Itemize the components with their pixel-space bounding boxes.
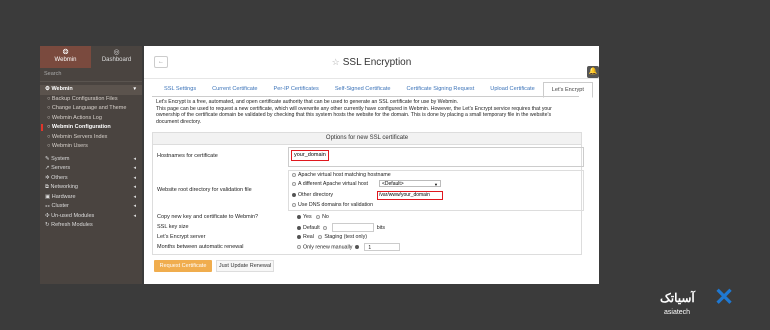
page-title: ☆ SSL Encryption	[331, 57, 412, 68]
circle-icon: ○	[47, 124, 51, 130]
chevron-left-icon: ◂	[133, 165, 136, 171]
circle-icon: ○	[47, 95, 51, 102]
copy-label: Copy new key and certificate to Webmin?	[157, 214, 259, 220]
chevron-down-icon: ▾	[133, 86, 136, 92]
keysize-radio-group: Default bits	[297, 223, 385, 232]
logo-subtext: asiatech	[664, 309, 691, 316]
options-panel: Options for new SSL certificate Hostname…	[152, 132, 584, 255]
radio-button[interactable]	[292, 172, 296, 177]
keysize-label: SSL key size	[157, 224, 189, 230]
sidebar: ❂ Webmin ◎ Dashboard Search ⚙ Webmin ▾ ○…	[40, 46, 142, 284]
tab-current-certificate[interactable]: Current Certificate	[204, 82, 265, 96]
sidebar-section-others[interactable]: ✲ Others ◂	[40, 174, 142, 184]
keysize-input[interactable]	[331, 223, 374, 232]
sidebar-item-actions-log[interactable]: ○ Webmin Actions Log	[40, 114, 142, 124]
copy-radio-group: Yes No	[297, 214, 329, 220]
virtual-host-select[interactable]: <Default> ▼	[379, 180, 441, 187]
sidebar-search-input[interactable]: Search	[40, 68, 142, 82]
webroot-option-other[interactable]: Other directory	[292, 192, 333, 198]
logo-x-icon: ✕	[714, 284, 735, 311]
circle-icon: ○	[47, 143, 51, 149]
radio-button[interactable]	[316, 214, 321, 219]
page-header: ← ☆ SSL Encryption	[144, 46, 599, 79]
hostnames-label: Hostnames for certificate	[157, 153, 218, 159]
sidebar-item-language[interactable]: ○ Change Language and Theme	[40, 104, 142, 114]
sidebar-item-users[interactable]: ○ Webmin Users	[40, 142, 142, 152]
webroot-label: Website root directory for validation fi…	[157, 187, 252, 193]
rocket-icon: ➚	[45, 165, 50, 171]
cog-icon: ⚙	[45, 86, 50, 92]
sidebar-tabs: ❂ Webmin ◎ Dashboard	[40, 46, 142, 68]
refresh-icon: ↻	[45, 222, 50, 228]
radio-button[interactable]	[322, 225, 327, 230]
server-label: Let's Encrypt server	[157, 234, 206, 240]
sidebar-section-system[interactable]: ✎ System ◂	[40, 155, 142, 165]
tab-ssl-settings[interactable]: SSL Settings	[156, 82, 204, 96]
circle-icon: ○	[47, 105, 51, 111]
tab-certificate-signing-request[interactable]: Certificate Signing Request	[398, 82, 482, 96]
star-icon[interactable]: ☆	[332, 57, 340, 67]
chevron-left-icon: ◂	[133, 155, 136, 162]
sidebar-item-servers-index[interactable]: ○ Webmin Servers Index	[40, 133, 142, 143]
chevron-left-icon: ◂	[133, 174, 136, 181]
sidebar-item-backup[interactable]: ○ Backup Configuration Files	[40, 95, 142, 105]
sidebar-item-webmin-configuration[interactable]: ○ Webmin Configuration	[40, 123, 142, 133]
radio-button[interactable]	[292, 202, 296, 207]
sidebar-item-refresh-modules[interactable]: ↻ Refresh Modules	[40, 221, 142, 231]
update-renewal-button[interactable]: Just Update Renewal	[216, 260, 274, 272]
request-certificate-button[interactable]: Request Certificate	[154, 260, 212, 272]
puzzle-icon: ✣	[45, 212, 50, 219]
network-icon: ⧉	[45, 184, 49, 190]
webroot-option-matching[interactable]: Apache virtual host matching hostname	[292, 172, 391, 178]
description: Let's Encrypt is a free, automated, and …	[156, 99, 552, 125]
webroot-option-dns[interactable]: Use DNS domains for validation	[292, 202, 373, 208]
tab-per-ip-certificates[interactable]: Per-IP Certificates	[266, 82, 327, 96]
radio-button-selected[interactable]	[355, 245, 360, 249]
radio-button[interactable]	[292, 181, 296, 186]
radio-button-selected[interactable]	[297, 225, 301, 230]
radio-button[interactable]	[318, 234, 323, 239]
server-radio-group: Real Staging (test only)	[297, 234, 367, 240]
gear-icon: ✲	[45, 174, 50, 181]
circle-icon: ○	[47, 133, 51, 140]
months-radio-group: Only renew manually 1	[297, 243, 401, 251]
tab-upload-certificate[interactable]: Upload Certificate	[482, 82, 542, 96]
logo-word: آسیاتک	[660, 291, 695, 305]
sidebar-section-networking[interactable]: ⧉ Networking ◂	[40, 183, 142, 193]
webroot-options: Apache virtual host matching hostname A …	[288, 170, 584, 211]
radio-button[interactable]	[297, 245, 301, 249]
circle-icon: ○	[47, 114, 51, 121]
tab-webmin[interactable]: ❂ Webmin	[40, 46, 91, 68]
main-content: ← ☆ SSL Encryption SSL Settings Current C…	[144, 46, 599, 284]
hostnames-textarea[interactable]: your_domain	[288, 147, 584, 167]
webmin-icon: ❂	[62, 49, 69, 56]
sidebar-section-servers[interactable]: ➚ Servers ◂	[40, 164, 142, 174]
cluster-icon: ⚏	[45, 203, 50, 209]
chevron-left-icon: ◂	[133, 184, 136, 190]
months-input[interactable]: 1	[364, 243, 401, 251]
radio-button-selected[interactable]	[297, 234, 301, 239]
panel-title: Options for new SSL certificate	[153, 133, 581, 145]
sidebar-section-hardware[interactable]: ▣ Hardware ◂	[40, 193, 142, 203]
sidebar-section-cluster[interactable]: ⚏ Cluster ◂	[40, 202, 142, 212]
sidebar-section-unused-modules[interactable]: ✣ Un-used Modules ◂	[40, 212, 142, 222]
tab-self-signed-certificate[interactable]: Self-Signed Certificate	[327, 82, 399, 96]
chevron-left-icon: ◂	[133, 212, 136, 219]
asiatech-logo: آسیاتک ✕ asiatech	[660, 284, 750, 320]
sidebar-section-webmin[interactable]: ⚙ Webmin ▾	[40, 85, 142, 95]
dashboard-icon: ◎	[113, 49, 120, 56]
notification-bell-icon[interactable]: 🔔	[587, 66, 599, 78]
radio-button-selected[interactable]	[297, 214, 301, 219]
chevron-left-icon: ◂	[133, 203, 136, 209]
radio-button-selected[interactable]	[292, 192, 296, 197]
chevron-left-icon: ◂	[133, 193, 136, 200]
hostnames-value: your_domain	[291, 150, 329, 161]
wrench-icon: ✎	[45, 155, 50, 162]
webroot-option-different[interactable]: A different Apache virtual host	[292, 181, 368, 187]
chevron-down-icon: ▼	[434, 182, 438, 187]
hardware-icon: ▣	[45, 193, 51, 200]
tab-dashboard[interactable]: ◎ Dashboard	[91, 46, 142, 68]
months-label: Months between automatic renewal	[157, 244, 244, 250]
other-directory-input[interactable]: /var/www/your_domain	[377, 191, 443, 200]
